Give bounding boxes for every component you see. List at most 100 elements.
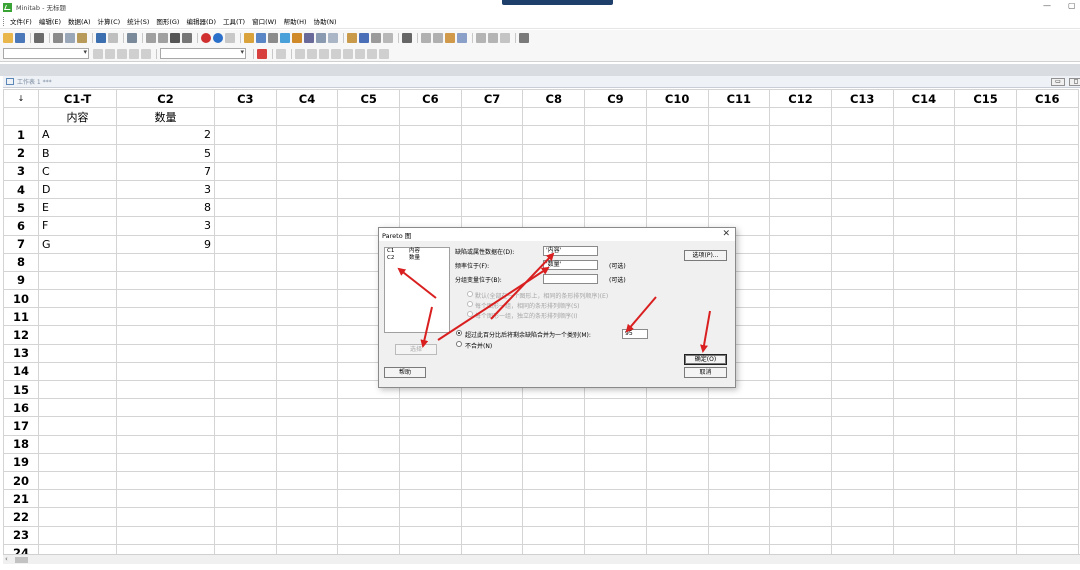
data-cell[interactable]: A bbox=[38, 125, 117, 145]
data-cell[interactable] bbox=[337, 198, 401, 218]
row-header[interactable]: 18 bbox=[3, 434, 39, 454]
data-cell[interactable] bbox=[830, 307, 894, 327]
data-cell[interactable] bbox=[38, 289, 117, 309]
data-cell[interactable] bbox=[707, 507, 771, 527]
data-cell[interactable] bbox=[38, 507, 117, 527]
data-cell[interactable] bbox=[460, 125, 524, 145]
data-cell[interactable] bbox=[214, 507, 277, 527]
data-cell[interactable] bbox=[830, 489, 894, 509]
data-cell[interactable] bbox=[769, 434, 832, 454]
polyline-tool-icon[interactable] bbox=[379, 48, 389, 59]
data-cell[interactable] bbox=[38, 543, 117, 554]
data-cell[interactable] bbox=[830, 125, 894, 145]
data-cell[interactable] bbox=[1015, 470, 1079, 491]
column-name-cell[interactable] bbox=[399, 107, 462, 127]
data-cell[interactable] bbox=[830, 452, 894, 472]
data-cell[interactable] bbox=[275, 179, 339, 200]
data-cell[interactable] bbox=[337, 507, 401, 527]
cut-icon[interactable] bbox=[53, 33, 63, 43]
data-cell[interactable] bbox=[214, 434, 277, 454]
data-cell[interactable] bbox=[1015, 489, 1079, 509]
data-cell[interactable] bbox=[460, 143, 524, 163]
data-cell[interactable] bbox=[1015, 252, 1079, 272]
data-cell[interactable] bbox=[769, 289, 832, 309]
data-cell[interactable] bbox=[38, 361, 117, 382]
data-cell[interactable] bbox=[337, 470, 401, 491]
data-cell[interactable] bbox=[769, 470, 832, 491]
data-cell[interactable] bbox=[645, 507, 709, 527]
data-cell[interactable] bbox=[214, 361, 277, 382]
undo-icon[interactable] bbox=[96, 33, 106, 43]
combine-percent-field[interactable]: 95 bbox=[622, 329, 648, 339]
worksheet-minimize-button[interactable]: ▭ bbox=[1051, 78, 1065, 86]
data-cell[interactable] bbox=[584, 179, 647, 200]
data-cell[interactable] bbox=[954, 452, 1017, 472]
data-cell[interactable] bbox=[214, 198, 277, 218]
data-cell[interactable] bbox=[1015, 289, 1079, 309]
data-cell[interactable] bbox=[1015, 143, 1079, 163]
data-cell[interactable] bbox=[830, 343, 894, 363]
data-cell[interactable] bbox=[275, 289, 339, 309]
related-docs-icon[interactable] bbox=[316, 33, 326, 43]
data-cell[interactable] bbox=[707, 161, 771, 181]
data-cell[interactable] bbox=[460, 489, 524, 509]
row-header[interactable]: 20 bbox=[3, 470, 39, 491]
data-cell[interactable] bbox=[769, 361, 832, 382]
data-cell[interactable] bbox=[116, 343, 215, 363]
data-cell[interactable] bbox=[337, 434, 401, 454]
data-cell[interactable] bbox=[707, 489, 771, 509]
data-cell[interactable] bbox=[769, 270, 832, 291]
data-cell[interactable] bbox=[954, 434, 1017, 454]
data-cell[interactable] bbox=[707, 525, 771, 545]
data-cell[interactable] bbox=[892, 252, 956, 272]
data-cell[interactable] bbox=[214, 270, 277, 291]
data-cell[interactable]: 5 bbox=[116, 143, 215, 163]
data-cell[interactable] bbox=[116, 398, 215, 418]
data-cell[interactable] bbox=[1015, 416, 1079, 436]
data-cell[interactable] bbox=[830, 161, 894, 181]
column-name-cell[interactable] bbox=[214, 107, 277, 127]
column-name-cell[interactable] bbox=[522, 107, 586, 127]
data-cell[interactable] bbox=[954, 398, 1017, 418]
data-cell[interactable] bbox=[1015, 543, 1079, 554]
column-header[interactable]: C2 bbox=[116, 89, 215, 109]
redo-icon[interactable] bbox=[108, 33, 118, 43]
data-cell[interactable] bbox=[892, 525, 956, 545]
data-cell[interactable] bbox=[584, 525, 647, 545]
menu-tools[interactable]: 工具(T) bbox=[223, 16, 245, 26]
data-cell[interactable] bbox=[769, 307, 832, 327]
data-cell[interactable] bbox=[116, 270, 215, 291]
options-button[interactable]: 选项(P)... bbox=[684, 250, 727, 261]
group-independent-radio[interactable] bbox=[467, 311, 473, 317]
data-cell[interactable] bbox=[892, 452, 956, 472]
arrows-tool-icon[interactable] bbox=[141, 48, 151, 59]
data-cell[interactable] bbox=[892, 379, 956, 400]
data-cell[interactable] bbox=[337, 161, 401, 181]
data-cell[interactable] bbox=[1015, 507, 1079, 527]
help-icon[interactable] bbox=[213, 33, 223, 43]
report-pad-icon[interactable] bbox=[268, 33, 278, 43]
menu-stat[interactable]: 统计(S) bbox=[127, 16, 149, 26]
row-header[interactable]: 7 bbox=[3, 234, 39, 254]
data-cell[interactable] bbox=[954, 161, 1017, 181]
data-cell[interactable] bbox=[954, 216, 1017, 236]
data-cell[interactable] bbox=[337, 543, 401, 554]
data-cell[interactable] bbox=[275, 543, 339, 554]
data-cell[interactable] bbox=[892, 143, 956, 163]
row-header[interactable]: 8 bbox=[3, 252, 39, 272]
column-header[interactable]: C5 bbox=[337, 89, 401, 109]
data-cell[interactable] bbox=[584, 543, 647, 554]
data-cell[interactable] bbox=[38, 270, 117, 291]
data-cell[interactable] bbox=[954, 470, 1017, 491]
worksheet-icon[interactable] bbox=[256, 33, 266, 43]
cancel-button[interactable]: 取消 bbox=[684, 367, 727, 378]
data-cell[interactable] bbox=[769, 398, 832, 418]
column-name-cell[interactable]: 内容 bbox=[38, 107, 117, 127]
data-cell[interactable] bbox=[1015, 343, 1079, 363]
data-cell[interactable] bbox=[522, 161, 586, 181]
data-cell[interactable] bbox=[214, 143, 277, 163]
row-header[interactable]: 13 bbox=[3, 343, 39, 363]
data-cell[interactable] bbox=[116, 416, 215, 436]
data-cell[interactable] bbox=[769, 416, 832, 436]
show-graphs-icon[interactable] bbox=[383, 33, 393, 43]
